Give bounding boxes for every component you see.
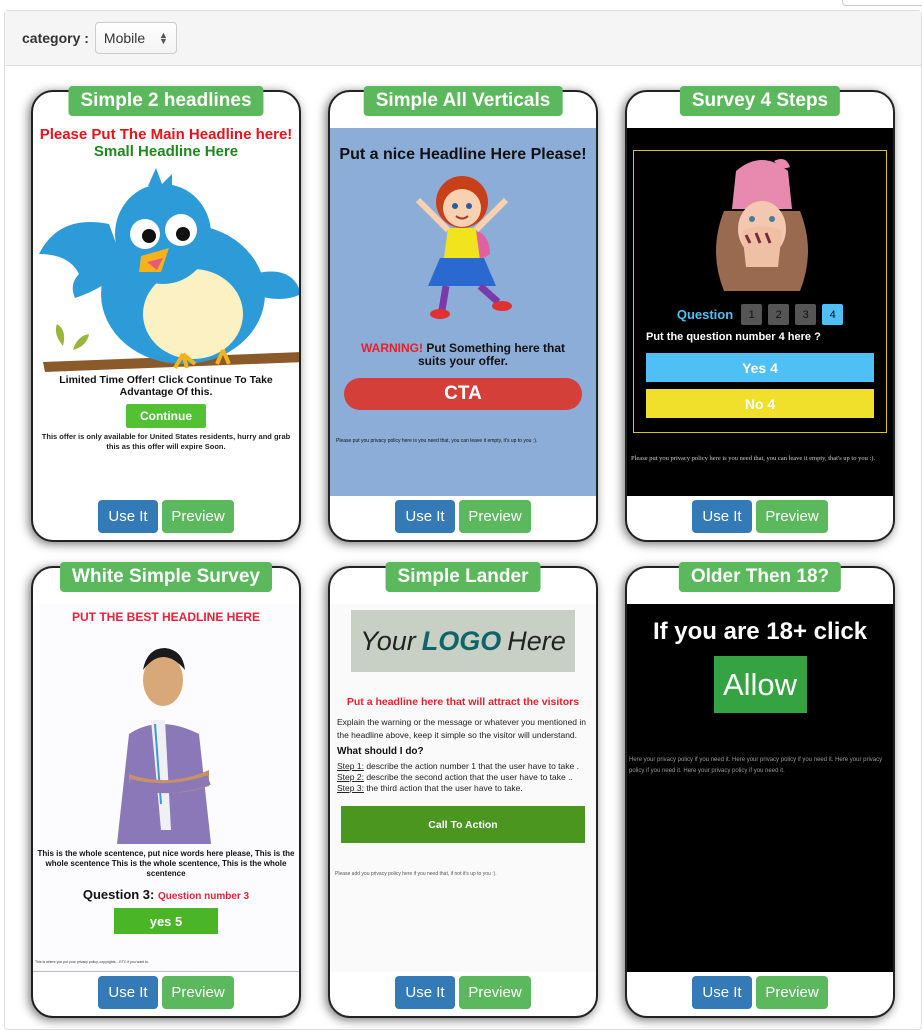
template-preview: Your LOGO Here Put a headline here that wi… (330, 604, 596, 972)
template-title: Simple All Verticals (363, 86, 563, 116)
preview-warning: WARNING! Put Something here that suits y… (330, 342, 596, 368)
preview-button[interactable]: Preview (162, 976, 234, 1009)
template-title: Older Then 18? (678, 562, 842, 592)
use-it-button[interactable]: Use It (98, 500, 158, 533)
preview-headline: If you are 18+ click (652, 618, 868, 645)
logo-text: Here (507, 625, 566, 656)
template-preview: If you are 18+ click Allow Here your pri… (627, 604, 893, 972)
template-title: Survey 4 Steps (679, 86, 841, 116)
preview-button[interactable]: Preview (756, 976, 828, 1009)
preview-no-button: No 4 (646, 389, 874, 418)
girl-portrait-image (634, 151, 886, 296)
card-actions: Use It Preview (627, 976, 893, 1009)
category-select[interactable]: Mobile ▲ ▼ (94, 22, 177, 54)
use-it-button[interactable]: Use It (395, 500, 455, 533)
preview-cta-button: Call To Action (341, 806, 585, 843)
preview-headline: PUT THE BEST HEADLINE HERE (71, 610, 260, 624)
preview-subheadline: Small Headline Here (93, 143, 239, 160)
step-badge-active: 4 (822, 304, 844, 325)
question-text: Question number 3 (158, 891, 250, 902)
template-card: Simple 2 headlines Please Put The Main H… (31, 86, 301, 542)
preview-paragraph: Explain the warning or the message or wh… (337, 717, 587, 740)
logo-text: Your (360, 625, 416, 656)
preview-what-heading: What should I do? (337, 746, 424, 757)
card-actions: Use It Preview (33, 976, 299, 1009)
preview-sentence: This is the whole scentence, put nice wo… (37, 849, 295, 878)
template-card: White Simple Survey PUT THE BEST HEADLIN… (31, 562, 301, 1018)
template-title: Simple 2 headlines (68, 86, 264, 116)
step-badge: 2 (768, 304, 790, 325)
preview-question: Question 3: Question number 3 (33, 887, 299, 902)
preview-answer-button: yes 5 (114, 908, 218, 934)
question-prefix: Question 3: (82, 887, 155, 902)
preview-privacy: Please put you privacy policy here is yo… (631, 455, 876, 462)
use-it-button[interactable]: Use It (395, 976, 455, 1009)
man-photo-image (33, 624, 299, 849)
top-right-button[interactable] (842, 0, 922, 6)
use-it-button[interactable]: Use It (692, 500, 752, 533)
category-select-value: Mobile (103, 30, 146, 46)
template-title: White Simple Survey (60, 562, 272, 592)
preview-steps: Step 1: describe the action number 1 tha… (330, 761, 596, 794)
preview-button[interactable]: Preview (162, 500, 234, 533)
template-preview: PUT THE BEST HEADLINE HERE This is the w… (33, 604, 299, 972)
preview-allow-button: Allow (713, 656, 807, 713)
use-it-button[interactable]: Use It (98, 976, 158, 1009)
preview-headline: Put a nice Headline Here Please! (339, 146, 587, 163)
warning-prefix: WARNING! (360, 341, 423, 355)
warning-text: Put Something here that suits your offer… (417, 341, 566, 368)
preview-continue-button: Continue (126, 404, 206, 428)
preview-privacy: Please put you privacy policy here is yo… (336, 438, 538, 444)
select-arrows-icon: ▲ ▼ (159, 30, 168, 46)
preview-note: This offer is only available for United … (41, 432, 291, 451)
template-title: Simple Lander (385, 562, 541, 592)
card-actions: Use It Preview (330, 976, 596, 1009)
preview-question: Put the question number 4 here ? (646, 331, 821, 343)
template-card: Older Then 18? If you are 18+ click Allo… (625, 562, 895, 1018)
logo-bold-text: LOGO (421, 625, 502, 656)
template-card: Survey 4 Steps Question 1 2 3 4 Put the … (625, 86, 895, 542)
card-actions: Use It Preview (627, 500, 893, 533)
preview-button[interactable]: Preview (756, 500, 828, 533)
use-it-button[interactable]: Use It (692, 976, 752, 1009)
preview-button[interactable]: Preview (459, 500, 531, 533)
filter-bar: category : Mobile ▲ ▼ (5, 11, 921, 66)
question-steps: Question 1 2 3 4 (634, 304, 886, 325)
category-label: category : (22, 30, 89, 46)
template-preview: Please Put The Main Headline here! Small… (33, 122, 299, 496)
preview-privacy: Here your privacy policy if you need it.… (629, 757, 883, 774)
preview-privacy: This is where you put your privacy polic… (35, 960, 149, 964)
template-preview: Put a nice Headline Here Please! WARNING… (330, 128, 596, 496)
survey-box: Question 1 2 3 4 Put the question number… (633, 150, 887, 433)
template-preview: Question 1 2 3 4 Put the question number… (627, 128, 893, 496)
preview-headline: Put a headline here that will attract th… (346, 696, 580, 708)
template-card: Simple Lander Your LOGO Here Put a headlin… (328, 562, 598, 1018)
step-item: Step 2: describe the second action that … (337, 772, 573, 782)
step-badge: 1 (741, 304, 763, 325)
step-item: Step 3: the third action that the user h… (337, 783, 523, 793)
preview-privacy: Please add you privacy policy here if yo… (335, 871, 497, 877)
card-actions: Use It Preview (33, 500, 299, 533)
template-card: Simple All Verticals Put a nice Headline… (328, 86, 598, 542)
preview-yes-button: Yes 4 (646, 353, 874, 382)
logo-placeholder: Your LOGO Here (351, 610, 575, 672)
step-badge: 3 (795, 304, 817, 325)
step-item: Step 1: describe the action number 1 tha… (337, 761, 579, 771)
bird-illustration (33, 164, 299, 374)
preview-cta-button: CTA (344, 378, 582, 410)
preview-offer-text: Limited Time Offer! Click Continue To Ta… (59, 374, 273, 398)
girl-illustration (330, 164, 596, 324)
question-label: Question (676, 307, 734, 322)
card-actions: Use It Preview (330, 500, 596, 533)
preview-button[interactable]: Preview (459, 976, 531, 1009)
preview-headline: Please Put The Main Headline here! (39, 126, 293, 143)
